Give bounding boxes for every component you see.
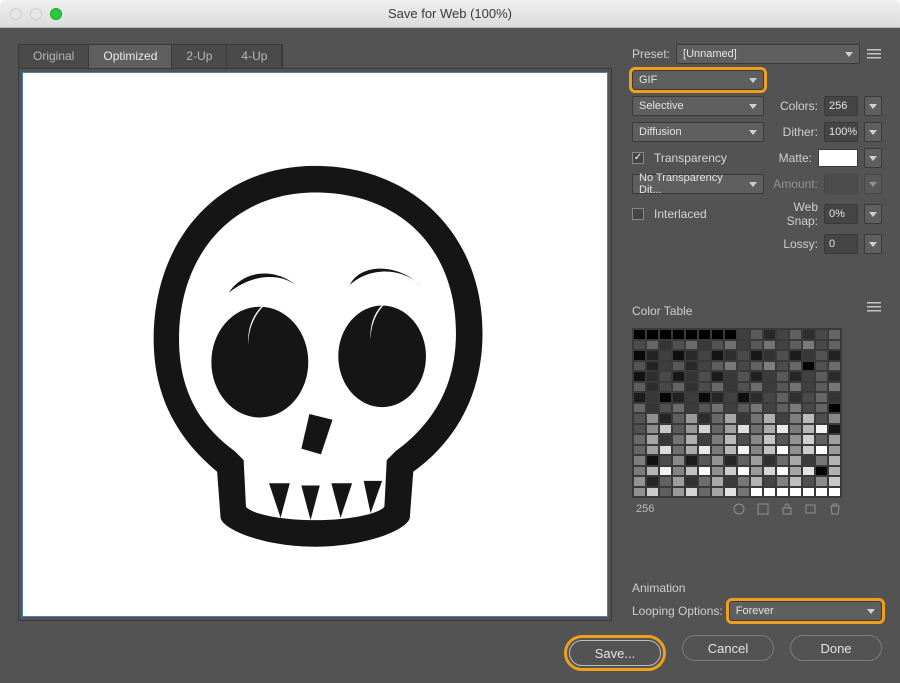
titlebar: Save for Web (100%) [0,0,900,28]
window-title: Save for Web (100%) [0,6,900,21]
lossy-stepper[interactable] [864,234,882,254]
delete-color-icon[interactable] [828,502,842,516]
settings-panel: Preset: [Unnamed] GIF Selective Colors: … [632,44,882,621]
animation-label: Animation [632,581,882,595]
transparency-dither-select[interactable]: No Transparency Dit... [632,174,764,194]
new-color-icon[interactable] [804,502,818,516]
map-transparent-icon[interactable] [732,502,746,516]
matte-label: Matte: [772,151,812,165]
color-table-flyout-icon[interactable] [866,299,882,315]
colors-field[interactable]: 256 [824,96,858,116]
preview-column: Original Optimized 2-Up 4-Up [18,44,612,621]
preview-frame [18,68,612,621]
color-table-wrap: 256 [632,328,882,516]
dither-stepper[interactable] [864,122,882,142]
looping-select[interactable]: Forever [729,601,882,621]
image-preview[interactable] [23,73,607,616]
done-button[interactable]: Done [790,635,882,661]
transparency-checkbox[interactable] [632,152,644,164]
save-button[interactable]: Save... [569,640,661,666]
tab-2up[interactable]: 2-Up [172,45,227,68]
save-highlight: Save... [564,635,666,671]
shift-websafe-icon[interactable] [756,502,770,516]
websnap-stepper[interactable] [864,204,882,224]
dither-label: Dither: [770,125,818,139]
color-table-label: Color Table [632,304,692,318]
dither-field[interactable]: 100% [824,122,858,142]
interlaced-label: Interlaced [654,207,766,221]
preset-flyout-icon[interactable] [866,46,882,62]
matte-picker[interactable] [864,148,882,168]
interlaced-checkbox[interactable] [632,208,644,220]
traffic-lights [10,8,62,20]
tab-original[interactable]: Original [19,45,89,68]
websnap-field[interactable]: 0% [824,204,858,224]
view-tabs: Original Optimized 2-Up 4-Up [18,44,283,68]
amount-stepper [864,174,882,194]
transparency-label: Transparency [654,151,766,165]
cancel-button[interactable]: Cancel [682,635,774,661]
lossy-field[interactable]: 0 [824,234,858,254]
color-count: 256 [636,503,654,515]
colors-label: Colors: [770,99,818,113]
amount-label: Amount: [770,177,818,191]
amount-field [824,174,858,194]
matte-swatch[interactable] [818,149,858,167]
minimize-window-button[interactable] [30,8,42,20]
skull-artwork [67,114,563,576]
preset-label: Preset: [632,47,670,61]
preset-select[interactable]: [Unnamed] [676,44,860,64]
lossy-label: Lossy: [770,237,818,251]
dialog-body: Original Optimized 2-Up 4-Up [0,28,900,683]
websnap-label: Web Snap: [772,200,818,228]
dither-method-select[interactable]: Diffusion [632,122,764,142]
dialog-footer: Save... Cancel Done [18,621,882,671]
color-reduction-select[interactable]: Selective [632,96,764,116]
close-window-button[interactable] [10,8,22,20]
looping-label: Looping Options: [632,604,723,618]
color-table-grid[interactable] [632,328,842,498]
maximize-window-button[interactable] [50,8,62,20]
tab-4up[interactable]: 4-Up [227,45,282,68]
lock-color-icon[interactable] [780,502,794,516]
colors-stepper[interactable] [864,96,882,116]
tab-optimized[interactable]: Optimized [89,45,172,68]
format-select[interactable]: GIF [632,70,764,90]
